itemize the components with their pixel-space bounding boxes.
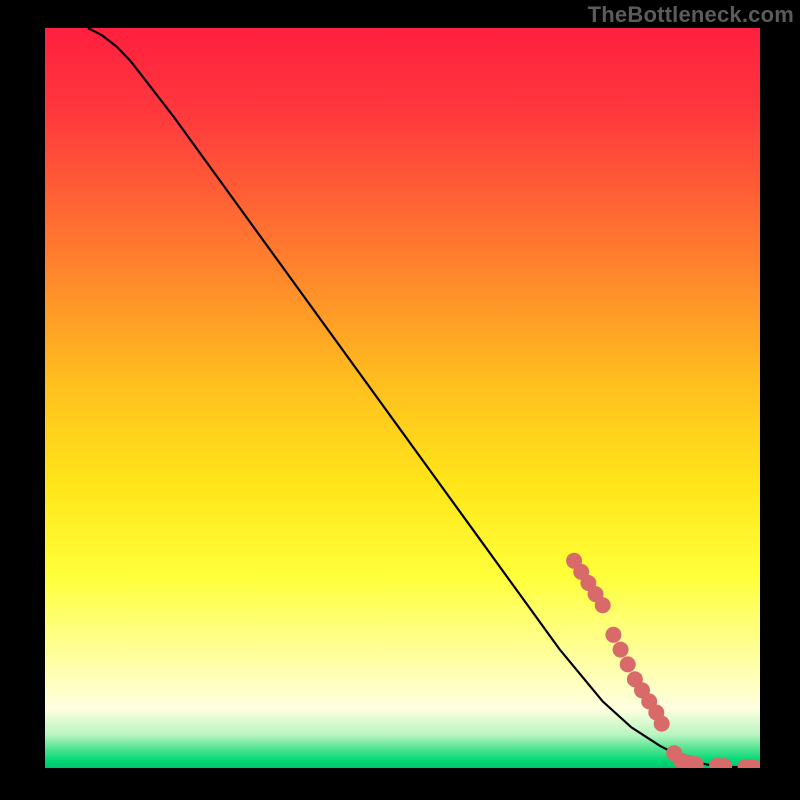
marker-point	[654, 716, 670, 732]
marker-point	[716, 758, 732, 774]
chart-stage: TheBottleneck.com	[0, 0, 800, 800]
marker-point	[595, 597, 611, 613]
marker-point	[613, 642, 629, 658]
marker-point	[745, 759, 761, 775]
gradient-panel	[45, 28, 760, 768]
marker-point	[620, 656, 636, 672]
chart-svg	[0, 0, 800, 800]
marker-point	[605, 627, 621, 643]
marker-point	[688, 756, 704, 772]
